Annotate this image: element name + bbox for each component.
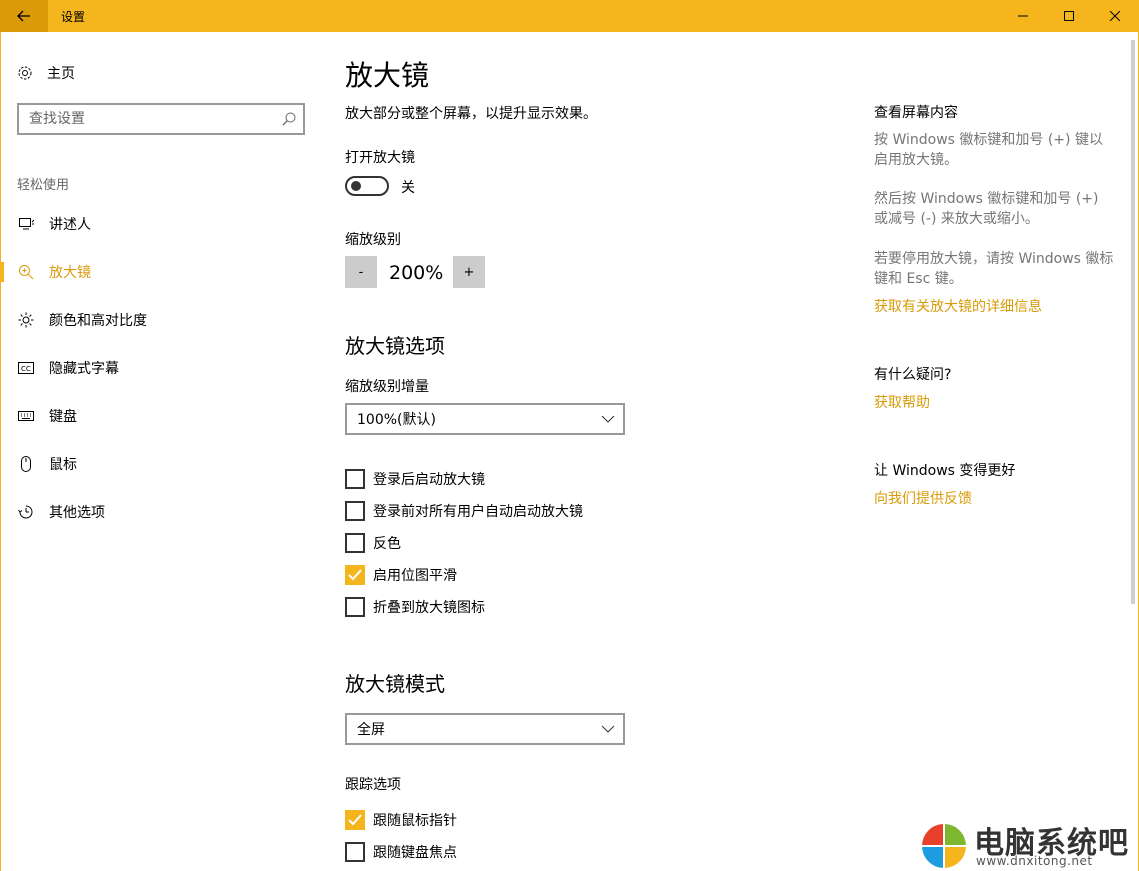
view-screen-text-2: 然后按 Windows 徽标键和加号 (+) 或减号 (-) 来放大或缩小。 (874, 191, 1099, 227)
get-help-link[interactable]: 获取帮助 (874, 392, 930, 412)
checkbox-label: 反色 (373, 536, 401, 552)
back-arrow-icon (17, 10, 30, 22)
sidebar-item-label: 键盘 (49, 409, 77, 425)
toggle-knob (351, 181, 361, 191)
mode-dropdown[interactable]: 全屏 (345, 713, 625, 745)
checkmark-icon (348, 814, 362, 826)
checkbox-label: 折叠到放大镜图标 (373, 600, 485, 616)
options-heading: 放大镜选项 (345, 334, 445, 358)
checkbox-checked[interactable] (345, 810, 365, 830)
mouse-icon (17, 455, 35, 473)
checkbox-invert-colors[interactable]: 反色 (345, 532, 401, 554)
sidebar-item-label: 放大镜 (49, 265, 91, 281)
mode-value: 全屏 (357, 722, 385, 738)
checkbox-follow-mouse[interactable]: 跟随鼠标指针 (345, 809, 457, 831)
zoom-level-value: 200% (389, 262, 444, 284)
checkbox-label: 跟随键盘焦点 (373, 845, 457, 861)
checkbox-label: 登录后启动放大镜 (373, 472, 485, 488)
chevron-down-icon (601, 412, 615, 430)
page-title: 放大镜 (345, 59, 430, 92)
search-box[interactable] (17, 103, 305, 135)
minimize-button[interactable] (1000, 0, 1046, 32)
view-screen-heading: 查看屏幕内容 (874, 105, 958, 121)
other-options-icon (17, 503, 35, 521)
maximize-icon (1064, 11, 1074, 21)
cc-icon: CC (17, 359, 35, 377)
zoom-level-label: 缩放级别 (345, 232, 401, 248)
chevron-down-icon (601, 722, 615, 740)
sidebar-item-label: 其他选项 (49, 505, 105, 521)
minimize-icon (1018, 15, 1028, 17)
checkbox-label: 登录前对所有用户自动启动放大镜 (373, 504, 583, 520)
svg-text:CC: CC (21, 365, 31, 373)
question-heading: 有什么疑问? (874, 367, 952, 383)
close-icon (1110, 11, 1120, 21)
sidebar-item-magnifier[interactable]: 放大镜 (0, 252, 300, 292)
zoom-out-button[interactable]: - (345, 256, 377, 288)
zoom-increment-value: 100%(默认) (357, 412, 436, 428)
checkbox-label: 跟随鼠标指针 (373, 813, 457, 829)
maximize-button[interactable] (1046, 0, 1092, 32)
view-screen-text-1: 按 Windows 徽标键和加号 (+) 键以启用放大镜。 (874, 132, 1103, 168)
feedback-link[interactable]: 向我们提供反馈 (874, 488, 972, 508)
toggle-state: 关 (401, 180, 415, 196)
zoom-increment-dropdown[interactable]: 100%(默认) (345, 403, 625, 435)
sidebar-item-other-options[interactable]: 其他选项 (0, 492, 300, 532)
checkbox-checked[interactable] (345, 565, 365, 585)
zoom-increment-label: 缩放级别增量 (345, 379, 429, 395)
sidebar-item-narrator[interactable]: 讲述人 (0, 204, 300, 244)
page-description: 放大部分或整个屏幕，以提升显示效果。 (345, 106, 597, 122)
checkbox[interactable] (345, 533, 365, 553)
checkbox-follow-keyboard[interactable]: 跟随键盘焦点 (345, 841, 457, 863)
watermark-url: www.dnxitong.net (976, 854, 1093, 868)
nav-home-label: 主页 (47, 66, 75, 82)
close-button[interactable] (1092, 0, 1138, 32)
narrator-icon (17, 215, 35, 233)
magnifier-info-link[interactable]: 获取有关放大镜的详细信息 (874, 296, 1042, 316)
window-title: 设置 (61, 10, 86, 24)
sidebar-item-color-contrast[interactable]: 颜色和高对比度 (0, 300, 300, 340)
search-input[interactable] (19, 105, 259, 133)
sidebar-item-label: 颜色和高对比度 (49, 313, 147, 329)
checkbox-start-after-signin[interactable]: 登录后启动放大镜 (345, 468, 485, 490)
nav-home[interactable]: 主页 (17, 62, 75, 84)
checkbox-label: 启用位图平滑 (373, 568, 457, 584)
watermark: 电脑系统吧 www.dnxitong.net (918, 820, 1138, 870)
magnifier-icon (17, 263, 35, 281)
title-bar: 设置 (0, 0, 1139, 32)
sidebar-item-keyboard[interactable]: 键盘 (0, 396, 300, 436)
scrollbar[interactable] (1131, 40, 1135, 604)
sidebar-section-label: 轻松使用 (17, 178, 70, 193)
sidebar-item-closed-captions[interactable]: CC 隐藏式字幕 (0, 348, 300, 388)
gear-icon (18, 66, 32, 80)
zoom-in-button[interactable]: + (453, 256, 485, 288)
view-screen-text-3: 若要停用放大镜，请按 Windows 徽标键和 Esc 键。 (874, 251, 1114, 287)
sidebar-item-label: 讲述人 (49, 217, 91, 233)
checkmark-icon (348, 569, 362, 581)
mode-heading: 放大镜模式 (345, 672, 445, 696)
search-icon[interactable] (282, 112, 296, 130)
sidebar-item-mouse[interactable]: 鼠标 (0, 444, 300, 484)
checkbox[interactable] (345, 469, 365, 489)
checkbox[interactable] (345, 842, 365, 862)
tracking-label: 跟踪选项 (345, 777, 401, 793)
checkbox-collapse-to-icon[interactable]: 折叠到放大镜图标 (345, 596, 485, 618)
sidebar-item-label: 鼠标 (49, 457, 77, 473)
back-button[interactable] (0, 0, 48, 32)
checkbox-start-before-signin[interactable]: 登录前对所有用户自动启动放大镜 (345, 500, 583, 522)
checkbox[interactable] (345, 501, 365, 521)
checkbox[interactable] (345, 597, 365, 617)
magnifier-toggle[interactable] (345, 176, 389, 196)
keyboard-icon (17, 407, 35, 425)
brightness-icon (17, 311, 35, 329)
sidebar-item-label: 隐藏式字幕 (49, 361, 119, 377)
checkbox-bitmap-smoothing[interactable]: 启用位图平滑 (345, 564, 457, 586)
feedback-heading: 让 Windows 变得更好 (874, 463, 1016, 479)
windows-logo-icon (922, 824, 966, 868)
toggle-label: 打开放大镜 (345, 150, 415, 166)
